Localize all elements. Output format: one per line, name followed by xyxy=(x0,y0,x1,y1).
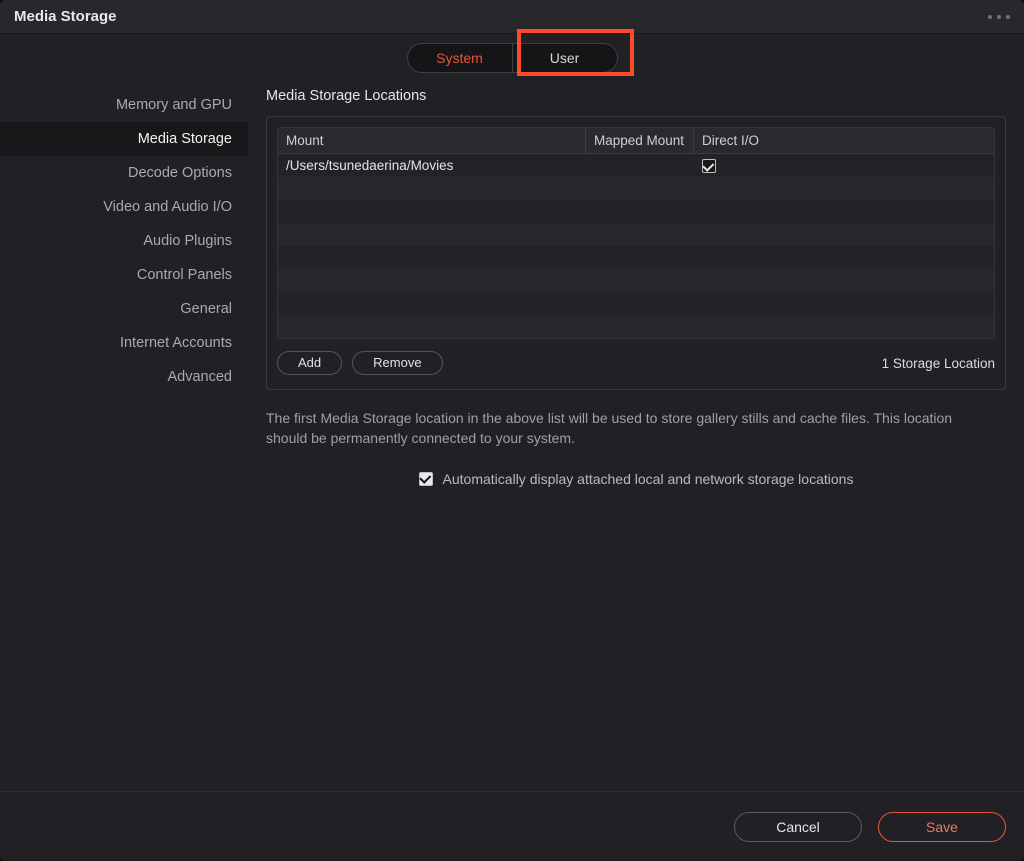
helper-text: The first Media Storage location in the … xyxy=(266,408,966,449)
media-storage-panel: Mount Mapped Mount Direct I/O /Users/tsu… xyxy=(266,116,1006,390)
main-content: Media Storage Locations Mount Mapped Mou… xyxy=(248,82,1024,791)
dialog-footer: Cancel Save xyxy=(0,791,1024,861)
panel-actions: Add Remove 1 Storage Location xyxy=(277,351,995,375)
sidebar-item-advanced[interactable]: Advanced xyxy=(0,360,248,394)
direct-io-checkbox[interactable] xyxy=(702,159,716,173)
column-header-mapped-mount[interactable]: Mapped Mount xyxy=(586,128,694,153)
auto-display-checkbox[interactable] xyxy=(419,472,433,486)
auto-display-label: Automatically display attached local and… xyxy=(443,471,854,487)
storage-table: Mount Mapped Mount Direct I/O /Users/tsu… xyxy=(277,127,995,339)
window-title: Media Storage xyxy=(14,8,117,25)
table-row-empty[interactable] xyxy=(278,223,994,246)
section-title: Media Storage Locations xyxy=(266,88,1006,104)
storage-count-label: 1 Storage Location xyxy=(882,356,995,371)
sidebar-item-general[interactable]: General xyxy=(0,292,248,326)
cancel-button[interactable]: Cancel xyxy=(734,812,862,842)
cell-direct-io xyxy=(694,158,994,174)
sidebar-item-decode-options[interactable]: Decode Options xyxy=(0,156,248,190)
titlebar: Media Storage xyxy=(0,0,1024,34)
preferences-sidebar: Memory and GPUMedia StorageDecode Option… xyxy=(0,82,248,791)
table-row-empty[interactable] xyxy=(278,246,994,269)
column-header-mount[interactable]: Mount xyxy=(278,128,586,153)
sidebar-item-internet-accounts[interactable]: Internet Accounts xyxy=(0,326,248,360)
table-row-empty[interactable] xyxy=(278,200,994,223)
sidebar-item-video-and-audio-i-o[interactable]: Video and Audio I/O xyxy=(0,190,248,224)
sidebar-item-audio-plugins[interactable]: Audio Plugins xyxy=(0,224,248,258)
more-options-icon[interactable] xyxy=(988,15,1010,19)
sidebar-item-control-panels[interactable]: Control Panels xyxy=(0,258,248,292)
table-row-empty[interactable] xyxy=(278,269,994,292)
table-row-empty[interactable] xyxy=(278,292,994,315)
save-button[interactable]: Save xyxy=(878,812,1006,842)
table-row[interactable]: /Users/tsunedaerina/Movies xyxy=(278,154,994,177)
tab-user[interactable]: User xyxy=(513,44,617,72)
table-header: Mount Mapped Mount Direct I/O xyxy=(278,128,994,154)
table-row-empty[interactable] xyxy=(278,315,994,338)
preferences-window: Media Storage System User Memory and GPU… xyxy=(0,0,1024,861)
table-body: /Users/tsunedaerina/Movies xyxy=(278,154,994,338)
sidebar-item-media-storage[interactable]: Media Storage xyxy=(0,122,248,156)
system-user-tabbar: System User xyxy=(0,34,1024,82)
segmented-control: System User xyxy=(407,43,618,73)
sidebar-item-memory-and-gpu[interactable]: Memory and GPU xyxy=(0,88,248,122)
add-button[interactable]: Add xyxy=(277,351,342,375)
cell-mount: /Users/tsunedaerina/Movies xyxy=(278,158,586,173)
auto-display-row: Automatically display attached local and… xyxy=(266,471,1006,487)
table-row-empty[interactable] xyxy=(278,177,994,200)
tab-system[interactable]: System xyxy=(408,44,512,72)
remove-button[interactable]: Remove xyxy=(352,351,442,375)
column-header-direct-io[interactable]: Direct I/O xyxy=(694,128,994,153)
